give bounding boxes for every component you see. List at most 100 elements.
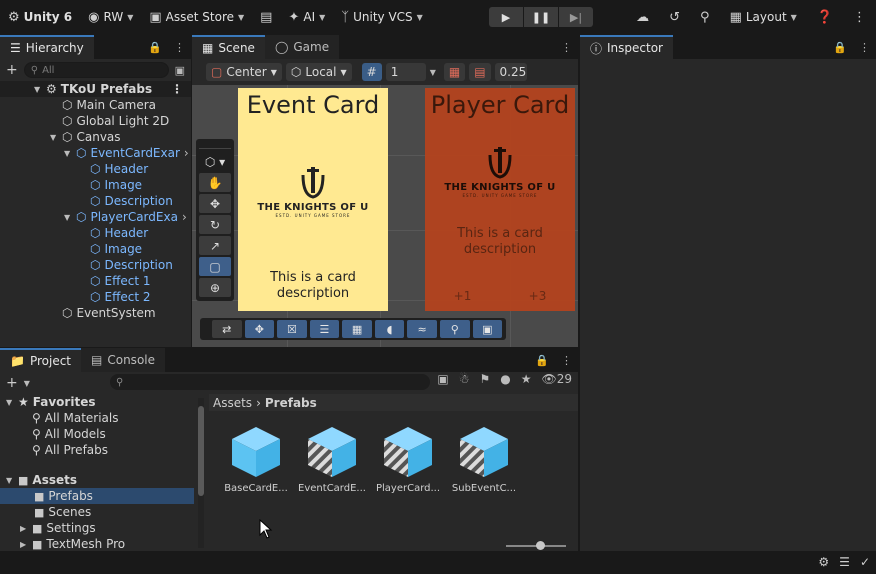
chevron-down-icon[interactable]: ▼ [430, 68, 436, 77]
label-icon[interactable]: ⚑ [479, 372, 490, 386]
pivot-dropdown[interactable]: ▢ Center ▼ [206, 63, 282, 81]
play-button[interactable]: ▶ [489, 7, 523, 27]
expand-icon[interactable]: ▣ [175, 64, 185, 77]
tree-item-global-light[interactable]: ⬡ Global Light 2D [0, 113, 191, 129]
favorite-item[interactable]: ⚲ All Models [0, 426, 207, 442]
kebab-icon[interactable]: ⋮ [859, 41, 870, 54]
filter-icon[interactable]: ☃ [459, 372, 470, 386]
more-button[interactable]: ⋮ [843, 0, 876, 34]
tree-item-header[interactable]: ⬡ Header [0, 161, 191, 177]
folder-item-prefabs[interactable]: ■ Prefabs [0, 488, 194, 504]
asset-item[interactable]: EventCardE... [298, 423, 366, 494]
tree-item-image[interactable]: ⬡ Image [0, 241, 191, 257]
rect-tool-button[interactable]: ▢ [199, 257, 231, 276]
tree-item-description[interactable]: ⬡ Description [0, 257, 191, 273]
expand-arrow-icon[interactable]: ▼ [50, 133, 58, 142]
scene-root-row[interactable]: ▼ ⚙ TKoU Prefabs ⋮ [0, 81, 191, 97]
move-button[interactable]: ✥ [244, 320, 275, 338]
tree-item-description[interactable]: ⬡ Description [0, 193, 191, 209]
vcs-dropdown[interactable]: ᛉ Unity VCS ▼ [333, 0, 431, 34]
debug-icon[interactable]: ⚙ [818, 555, 829, 569]
unity-menu[interactable]: ⚙ Unity 6 [0, 0, 80, 34]
tab-inspector[interactable]: ⓘ Inspector [580, 35, 673, 59]
search-button[interactable]: ⚲ [690, 0, 720, 34]
scrollbar-thumb[interactable] [198, 406, 204, 496]
search-by-type-icon[interactable]: ▣ [437, 372, 448, 386]
help-button[interactable]: ❓ [807, 0, 843, 34]
asset-item[interactable]: PlayerCard... [375, 423, 441, 494]
layout-dropdown[interactable]: ▦ Layout ▼ [720, 0, 807, 34]
step-button[interactable]: ▶| [559, 7, 593, 27]
hierarchy-search-input[interactable]: ⚲ All [23, 62, 169, 78]
tab-scene[interactable]: ▦ Scene [192, 35, 265, 59]
folder-item-textmesh-pro[interactable]: ▶ ■ TextMesh Pro [0, 536, 207, 552]
move-tool-button[interactable]: ✥ [199, 194, 231, 213]
hand-tool-button[interactable]: ✋ [199, 173, 231, 192]
tab-hierarchy[interactable]: ☰ Hierarchy [0, 35, 94, 59]
asset-store-icon[interactable]: ● [500, 372, 510, 386]
expand-arrow-icon[interactable]: ▶ [20, 540, 28, 549]
cache-icon[interactable]: ☰ [839, 555, 850, 569]
account-dropdown[interactable]: ◉ RW ▼ [80, 0, 141, 34]
add-icon[interactable]: + [6, 375, 18, 391]
cloud-button[interactable]: ☁ [626, 0, 659, 34]
tab-console[interactable]: ▤ Console [81, 348, 165, 372]
path-button[interactable]: ≈ [407, 320, 437, 338]
expand-arrow-icon[interactable]: ▼ [64, 149, 72, 158]
icon-size-slider[interactable] [506, 541, 566, 550]
tree-item-effect-2[interactable]: ⬡ Effect 2 [0, 289, 191, 305]
lock-icon[interactable]: 🔒 [535, 354, 549, 367]
pause-button[interactable]: ❚❚ [524, 7, 558, 27]
asset-store-dropdown[interactable]: ▣ Asset Store ▼ [141, 0, 252, 34]
breadcrumb-assets[interactable]: Assets [213, 396, 252, 410]
grid-size-field[interactable]: 1 [385, 63, 426, 81]
breadcrumb-prefabs[interactable]: Prefabs [265, 396, 317, 410]
expand-arrow-icon[interactable]: ▼ [6, 398, 14, 407]
increment-snap-toggle[interactable]: ▤ [469, 63, 491, 81]
project-search-input[interactable]: ⚲ [110, 374, 430, 390]
tree-item-effect-1[interactable]: ⬡ Effect 1 [0, 273, 191, 289]
scale-tool-button[interactable]: ↗ [199, 236, 231, 255]
orbit-button[interactable]: ◖ [374, 320, 405, 338]
tree-item-header[interactable]: ⬡ Header [0, 225, 191, 241]
favorite-item[interactable]: ⚲ All Materials [0, 410, 207, 426]
tree-item-player-card[interactable]: ▼ ⬡ PlayerCardExa › [0, 209, 191, 225]
tree-item-event-card[interactable]: ▼ ⬡ EventCardExar › [0, 145, 191, 161]
expand-arrow-icon[interactable]: ▼ [34, 85, 42, 94]
tree-item-image[interactable]: ⬡ Image [0, 177, 191, 193]
kebab-icon[interactable]: ⋮ [174, 41, 185, 54]
lock-icon[interactable]: 🔒 [833, 41, 847, 54]
ai-dropdown[interactable]: ✦ AI ▼ [280, 0, 333, 34]
tab-project[interactable]: 📁 Project [0, 348, 82, 372]
star-icon[interactable]: ★ [521, 372, 532, 386]
zoom-button[interactable]: ⚲ [439, 320, 470, 338]
chevron-down-icon[interactable]: ▼ [24, 379, 30, 388]
asset-item[interactable]: SubEventC... [451, 423, 517, 494]
add-icon[interactable]: + [6, 62, 18, 78]
scene-viewport[interactable]: Event Card THE KNIGHTS OF U ESTD. UNITY … [192, 85, 578, 347]
space-dropdown[interactable]: ⬡ Local ▼ [285, 63, 352, 81]
asset-item[interactable]: BaseCardE... [223, 423, 289, 494]
tree-item-canvas[interactable]: ▼ ⬡ Canvas [0, 129, 191, 145]
shuffle-button[interactable]: ⇄ [212, 320, 242, 338]
chevron-right-icon[interactable]: › [184, 146, 189, 160]
tree-item-main-camera[interactable]: ⬡ Main Camera [0, 97, 191, 113]
snap-value-field[interactable]: 0.25 [494, 63, 527, 81]
event-card[interactable]: Event Card THE KNIGHTS OF U ESTD. UNITY … [238, 88, 388, 311]
check-icon[interactable]: ✓ [860, 555, 870, 569]
expand-arrow-icon[interactable]: ▼ [64, 213, 72, 222]
player-card[interactable]: Player Card THE KNIGHTS OF U ESTD. UNITY… [425, 88, 575, 311]
rotate-tool-button[interactable]: ↻ [199, 215, 231, 234]
kebab-icon[interactable]: ⋮ [561, 41, 572, 54]
expand-arrow-icon[interactable]: ▼ [6, 476, 14, 485]
folder-item-scenes[interactable]: ■ Scenes [0, 504, 207, 520]
favorites-header[interactable]: ▼ ★ Favorites [0, 394, 207, 410]
chevron-right-icon[interactable]: › [182, 210, 187, 224]
tab-game[interactable]: ◯ Game [264, 35, 340, 59]
lock-icon[interactable]: 🔒 [148, 41, 162, 54]
expand-arrow-icon[interactable]: ▶ [20, 524, 28, 533]
grid-snap-button[interactable]: ▦ [342, 320, 372, 338]
snap-toggle[interactable]: ▦ [443, 63, 466, 81]
constrain-button[interactable]: ☒ [277, 320, 307, 338]
align-button[interactable]: ☰ [309, 320, 340, 338]
